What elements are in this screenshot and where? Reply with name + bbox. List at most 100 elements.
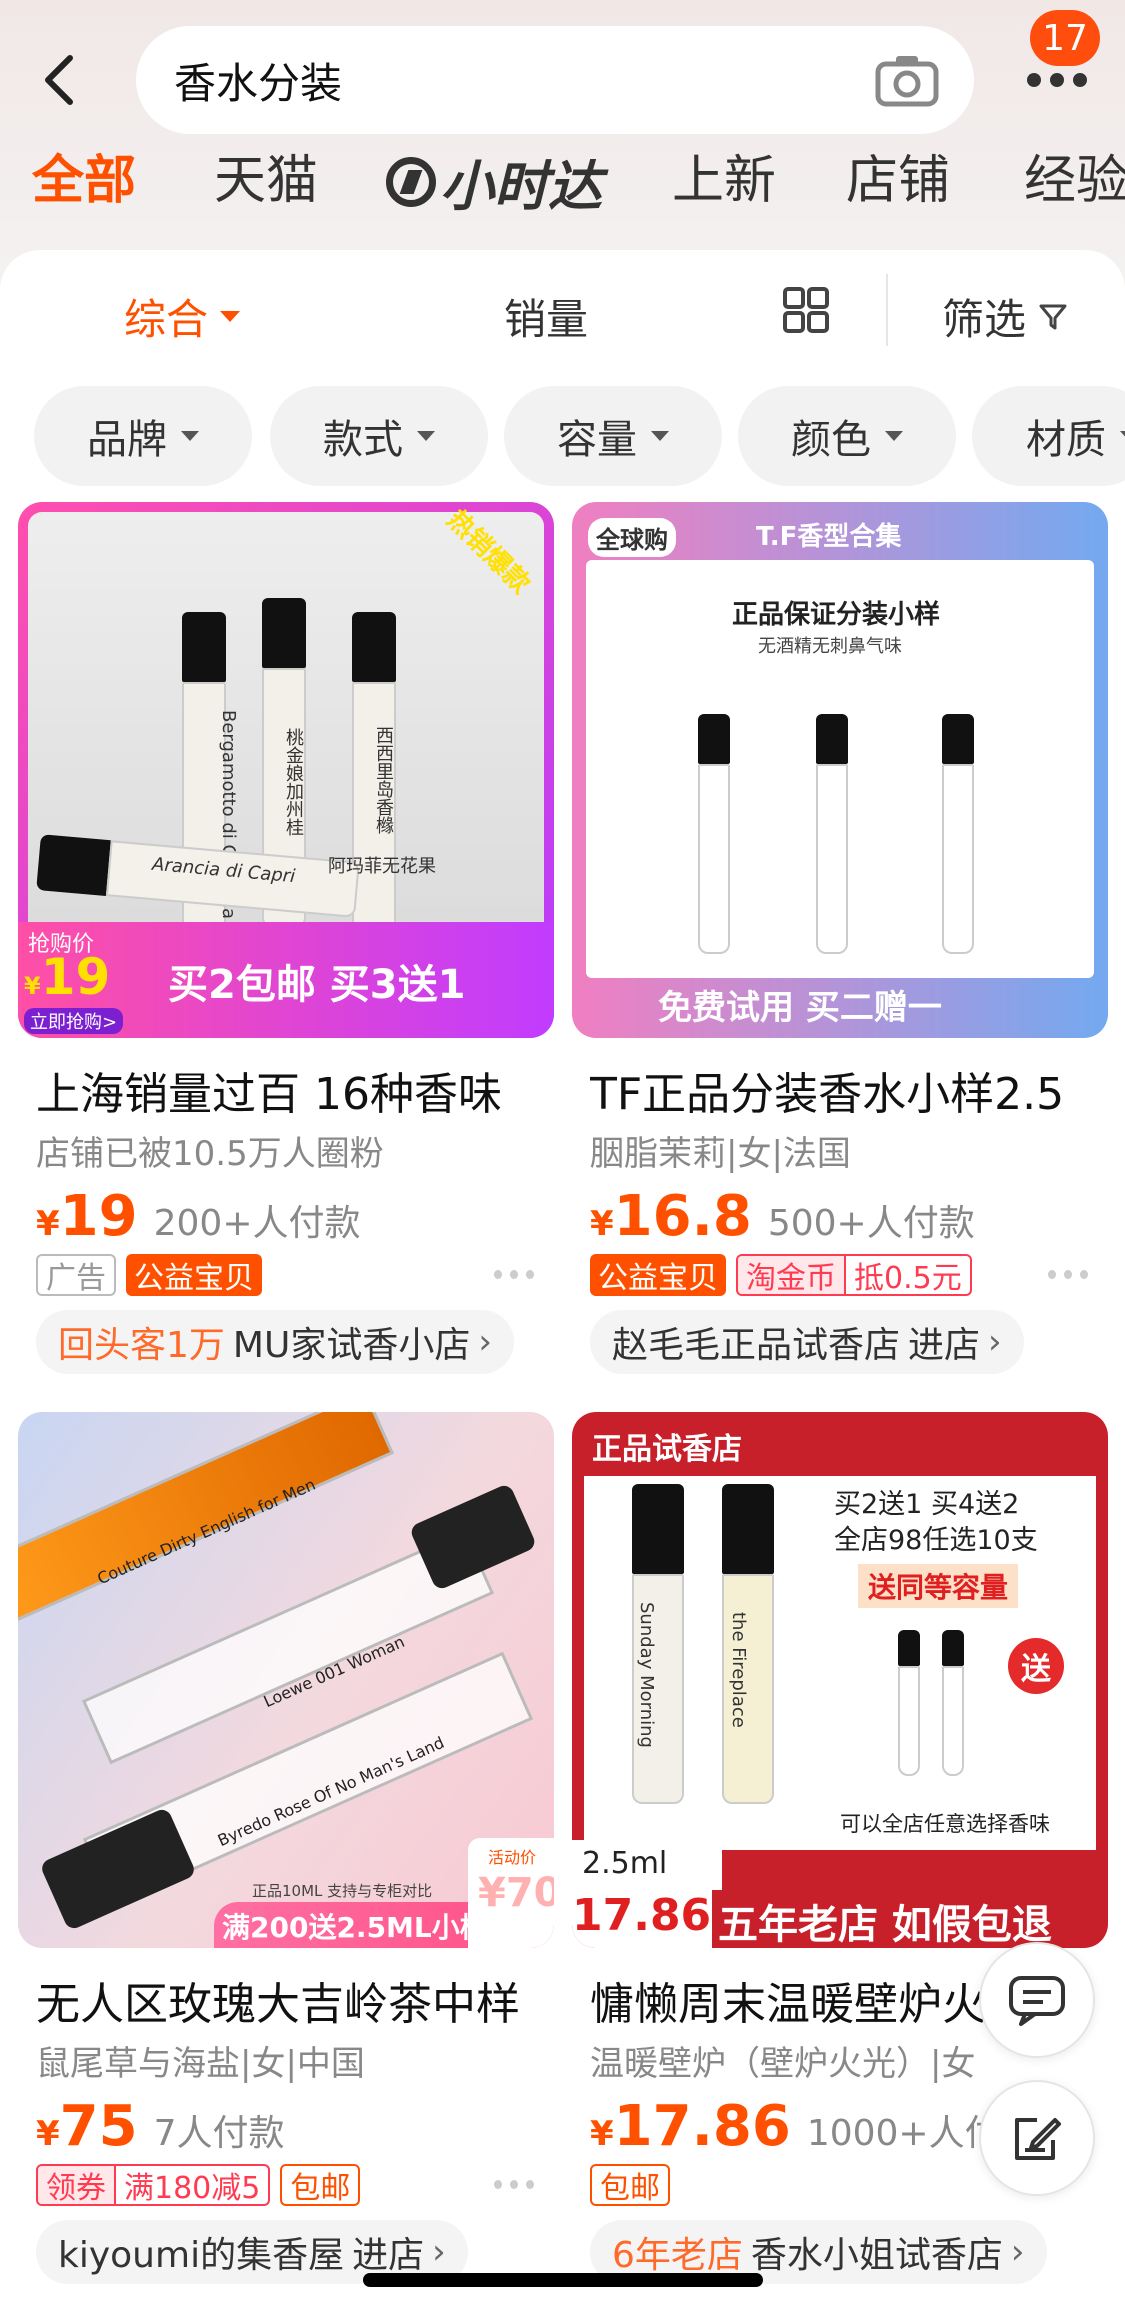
- search-input[interactable]: 香水分装: [136, 26, 974, 134]
- shop-enter: 进店: [352, 2235, 425, 2276]
- sort-sales[interactable]: 销量: [504, 286, 588, 347]
- chevron-left-icon: [45, 55, 73, 105]
- promo-banner-text: 五年老店 如假包退: [718, 1902, 1052, 1948]
- perfume-vial-image: [898, 1630, 920, 1776]
- chip-brand[interactable]: 品牌: [34, 386, 252, 486]
- vial-label: 桃金娘加州桂: [283, 728, 304, 836]
- perfume-vial-image: [698, 714, 730, 954]
- hourly-logo-icon: [386, 156, 436, 207]
- caret-down-icon: [651, 431, 669, 441]
- product-image[interactable]: Couture Dirty English for Men Loewe 001 …: [18, 1412, 554, 1948]
- vial-label: 阿玛菲无花果: [328, 856, 436, 877]
- tab-experience[interactable]: 经验: [1024, 138, 1125, 213]
- product-title[interactable]: 上海销量过百 16种香味: [36, 1058, 556, 1122]
- tab-tmall[interactable]: 天猫: [214, 138, 318, 213]
- caret-down-icon: [1120, 431, 1125, 441]
- caret-down-icon: [181, 431, 199, 441]
- product-title[interactable]: TF正品分装香水小样2.5: [590, 1058, 1110, 1122]
- perfume-vial-image: [942, 1630, 964, 1776]
- price-row: ¥75 7人付款: [36, 2094, 285, 2159]
- vial-label: 西西里岛香橼: [373, 726, 394, 834]
- chip-style[interactable]: 款式: [270, 386, 488, 486]
- shop-badge: 正品试香店: [592, 1432, 742, 1467]
- home-indicator: [363, 2273, 763, 2287]
- tab-stores[interactable]: 店铺: [846, 138, 950, 213]
- product-card[interactable]: 全球购 T.F香型合集 正品保证分装小样 无酒精无刺鼻气味 免费试用 买二赠一 …: [572, 502, 1108, 1382]
- chip-label: 材质: [1026, 417, 1106, 463]
- layout-grid-icon[interactable]: [782, 286, 830, 334]
- same-size-gift: 送同等容量: [858, 1564, 1019, 1608]
- chevron-right-icon: ›: [1010, 2232, 1025, 2272]
- product-title[interactable]: 慵懒周末温暖壁炉火: [590, 1968, 1030, 2032]
- price: ¥75: [36, 2094, 138, 2159]
- more-options-icon[interactable]: [494, 2180, 534, 2192]
- product-card[interactable]: Bergamotto di Calabria 桃金娘加州桂 西西里岛香橼 Ara…: [18, 502, 554, 1382]
- shop-enter: 进店: [908, 1325, 981, 1366]
- category-tabs: 全部 天猫 小时达 上新 店铺 经验: [0, 130, 1125, 220]
- customer-service-button[interactable]: [979, 1942, 1095, 2058]
- image-note: 正品10ML 支持与专柜对比: [252, 1882, 433, 1900]
- shop-highlight: 回头客1万: [58, 1325, 225, 1366]
- tab-all[interactable]: 全部: [32, 138, 136, 213]
- product-subtitle: 店铺已被10.5万人圈粉: [36, 1134, 384, 1174]
- price-row: ¥19 200+人付款: [36, 1184, 361, 1249]
- filter-label: 筛选: [942, 295, 1027, 344]
- price-row: ¥17.86 1000+人付款: [590, 2094, 1037, 2159]
- shop-name: 香水小姐试香店: [750, 2235, 1003, 2276]
- product-card[interactable]: Couture Dirty English for Men Loewe 001 …: [18, 1412, 554, 2292]
- coupon-tag-right: 满180减5: [124, 2171, 261, 2206]
- shop-name: 赵毛毛正品试香店: [612, 1325, 901, 1366]
- shop-link[interactable]: 赵毛毛正品试香店 进店 ›: [590, 1310, 1024, 1374]
- promo-price-value: 19: [40, 948, 111, 1006]
- coin-tag-right: 抵0.5元: [854, 1261, 962, 1296]
- more-options-icon[interactable]: [1048, 1270, 1088, 1282]
- perfume-vial-image: [816, 714, 848, 954]
- charity-tag: 公益宝贝: [590, 1254, 726, 1296]
- tag-row: 公益宝贝 淘金币 抵0.5元: [590, 1254, 972, 1296]
- image-headline: 正品保证分装小样: [732, 600, 941, 630]
- chip-label: 款式: [323, 417, 403, 463]
- sort-comprehensive[interactable]: 综合: [124, 286, 241, 347]
- product-title[interactable]: 无人区玫瑰大吉岭茶中样: [36, 1968, 556, 2032]
- chevron-right-icon: ›: [432, 2232, 446, 2272]
- activity-price: ¥70: [478, 1870, 554, 1916]
- tab-new[interactable]: 上新: [672, 138, 776, 213]
- more-options-icon[interactable]: [494, 1270, 534, 1282]
- shop-highlight: 6年老店: [612, 2235, 743, 2276]
- camera-icon[interactable]: [874, 52, 940, 108]
- free-shipping-tag: 包邮: [280, 2164, 361, 2206]
- activity-label: 活动价: [488, 1848, 537, 1867]
- chat-bubble-icon: [1009, 1976, 1065, 2026]
- notification-badge: 17: [1030, 10, 1100, 66]
- chip-color[interactable]: 颜色: [738, 386, 956, 486]
- feedback-button[interactable]: [979, 2080, 1095, 2196]
- promo-banner-text: 满200送2.5ML小样: [222, 1911, 488, 1944]
- charity-tag: 公益宝贝: [126, 1254, 262, 1296]
- image-header: T.F香型合集: [756, 522, 902, 552]
- product-subtitle: 温暖壁炉（壁炉火光）|女: [590, 2044, 976, 2084]
- tag-row: 包邮: [590, 2164, 670, 2206]
- tab-hourly[interactable]: 小时达: [386, 142, 602, 221]
- product-image[interactable]: 正品试香店 Sunday Morning the Fireplace 买2送1 …: [572, 1412, 1108, 1948]
- product-image[interactable]: 全球购 T.F香型合集 正品保证分装小样 无酒精无刺鼻气味 免费试用 买二赠一: [572, 502, 1108, 1038]
- sort-divider: [886, 274, 888, 346]
- price-row: ¥16.8 500+人付款: [590, 1184, 975, 1249]
- back-button[interactable]: [36, 50, 86, 110]
- image-price: 17.86: [572, 1890, 712, 1941]
- shop-link[interactable]: 回头客1万 MU家试香小店 ›: [36, 1310, 514, 1374]
- chip-capacity[interactable]: 容量: [504, 386, 722, 486]
- product-image[interactable]: Bergamotto di Calabria 桃金娘加州桂 西西里岛香橼 Ara…: [18, 502, 554, 1038]
- tag-row: 领券 满180减5 包邮: [36, 2164, 361, 2206]
- coupon-tag-left: 领券: [38, 2166, 116, 2204]
- chip-label: 颜色: [791, 417, 871, 463]
- sold-count: 200+人付款: [153, 1203, 361, 1244]
- sold-count: 500+人付款: [767, 1203, 975, 1244]
- image-note: 可以全店任意选择香味: [840, 1812, 1050, 1836]
- funnel-icon: [1039, 304, 1067, 329]
- chip-material[interactable]: 材质: [972, 386, 1125, 486]
- coupon-tag: 领券 满180减5: [36, 2164, 271, 2206]
- price: ¥19: [36, 1184, 138, 1249]
- filter-button[interactable]: 筛选: [942, 286, 1068, 347]
- promo-banner-text: 免费试用 买二赠一: [658, 988, 942, 1028]
- coin-tag: 淘金币 抵0.5元: [736, 1254, 972, 1296]
